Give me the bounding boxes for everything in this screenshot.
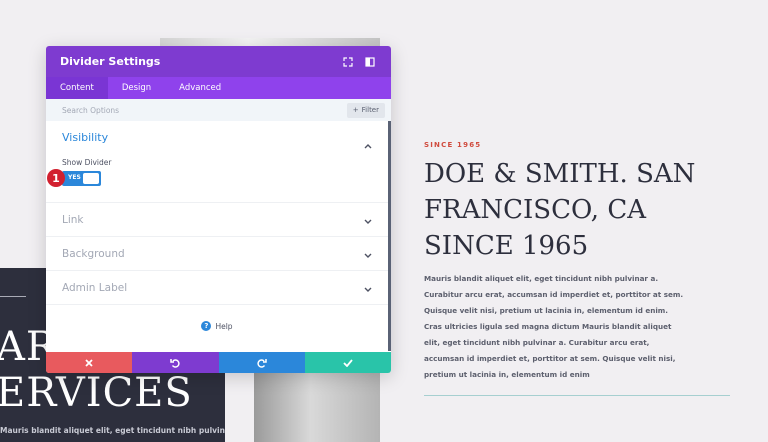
modal-title: Divider Settings (60, 55, 161, 68)
background-image (254, 373, 380, 442)
modal-footer (46, 352, 391, 373)
panel-rule (0, 296, 26, 297)
plus-icon: + (352, 106, 359, 114)
section-link-title: Link (62, 213, 84, 226)
discard-button[interactable] (46, 352, 133, 373)
article-heading: DOE & SMITH. SAN FRANCISCO, CA SINCE 196… (424, 159, 696, 261)
modal-header: Divider Settings (46, 46, 391, 77)
help-label: Help (215, 321, 233, 331)
tab-content[interactable]: Content (46, 77, 108, 99)
panel-body-text: Mauris blandit aliquet elit, eget tincid… (0, 426, 225, 435)
sidebar-toggle-icon[interactable] (363, 55, 377, 69)
tab-advanced[interactable]: Advanced (165, 77, 235, 99)
save-button[interactable] (304, 352, 391, 373)
toggle-value: YES (68, 174, 81, 181)
search-row: + Filter (46, 99, 391, 121)
section-visibility-title[interactable]: Visibility (62, 131, 108, 144)
modal-content: Visibility Show Divider YES 1 Link Backg… (46, 121, 391, 351)
chevron-down-icon (364, 210, 372, 229)
article-body: Mauris blandit aliquet elit, eget tincid… (424, 274, 684, 379)
help-icon: ? (201, 321, 212, 331)
filter-label: Filter (361, 106, 379, 114)
undo-icon (170, 358, 181, 368)
panel-heading-line-2: ERVICES (0, 370, 193, 416)
toggle-knob (83, 173, 99, 184)
redo-icon (256, 358, 267, 368)
section-background[interactable]: Background (46, 237, 388, 271)
check-icon (343, 358, 353, 367)
section-background-title: Background (62, 247, 125, 260)
divider-line (424, 395, 730, 396)
chevron-down-icon (364, 244, 372, 263)
eyebrow-text: SINCE 1965 (424, 141, 482, 149)
help-link[interactable]: ? Help (46, 321, 388, 331)
close-icon (85, 358, 93, 367)
undo-button[interactable] (132, 352, 219, 373)
tab-design[interactable]: Design (108, 77, 165, 99)
section-visibility: Visibility Show Divider YES 1 (46, 121, 388, 203)
step-badge: 1 (47, 169, 65, 187)
section-admin-label-title: Admin Label (62, 281, 128, 294)
section-admin-label[interactable]: Admin Label (46, 271, 388, 305)
expand-icon[interactable] (341, 55, 355, 69)
show-divider-toggle[interactable]: YES (62, 171, 101, 186)
chevron-up-icon[interactable] (364, 134, 372, 153)
background-image-strip (160, 38, 380, 46)
modal-tabs: Content Design Advanced (46, 77, 391, 99)
divider-settings-modal: Divider Settings Content Design Advanced… (46, 46, 391, 373)
search-options-input[interactable] (62, 105, 347, 115)
section-link[interactable]: Link (46, 203, 388, 237)
filter-button[interactable]: + Filter (346, 102, 385, 118)
chevron-down-icon (364, 278, 372, 297)
redo-button[interactable] (218, 352, 305, 373)
show-divider-label: Show Divider (62, 158, 112, 167)
